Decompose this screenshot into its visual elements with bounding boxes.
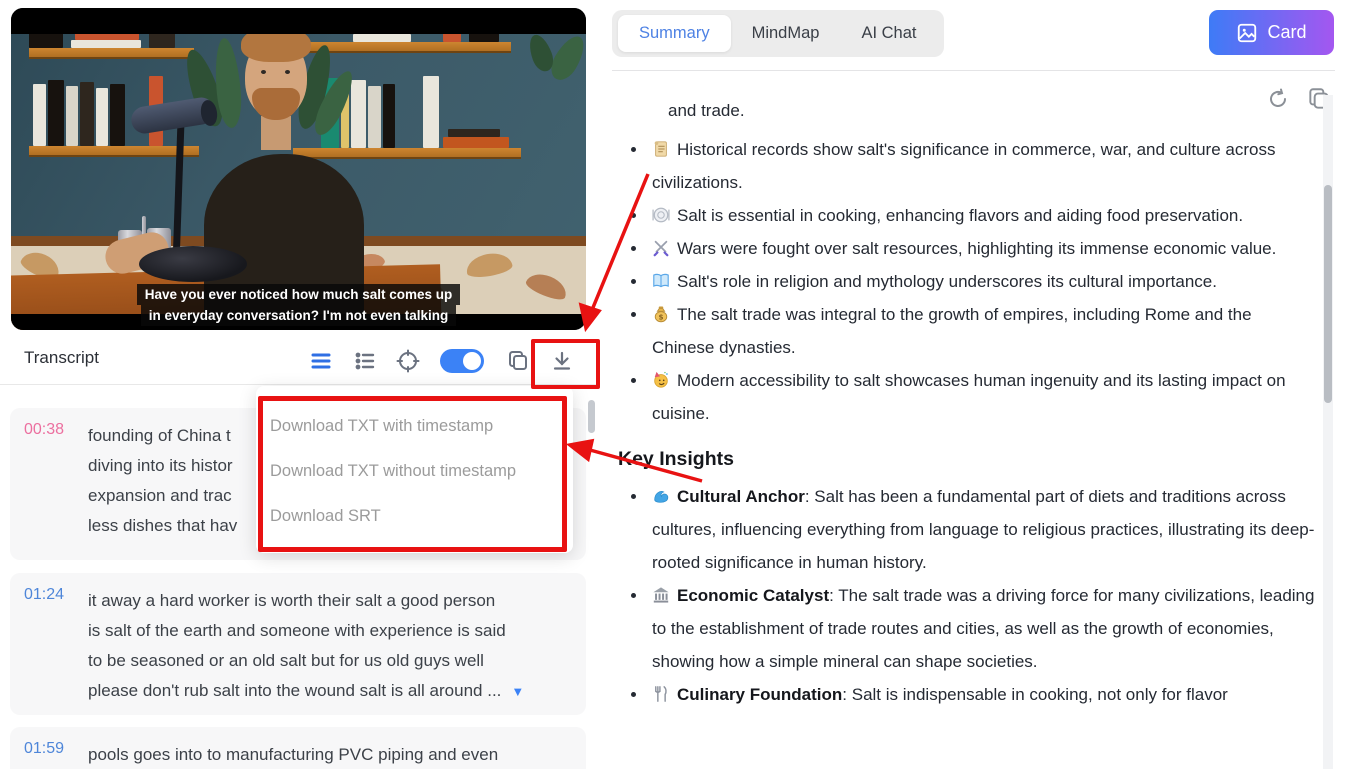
annotation-box-download bbox=[531, 339, 600, 389]
timestamp[interactable]: 01:59 bbox=[24, 740, 74, 769]
list-item: Culinary Foundation: Salt is indispensab… bbox=[648, 678, 1318, 711]
list-item: Modern accessibility to salt showcases h… bbox=[648, 364, 1318, 430]
tab-ai-chat[interactable]: AI Chat bbox=[840, 15, 937, 52]
summary-bullet-list: Historical records show salt's significa… bbox=[618, 133, 1318, 430]
caption-line-1: Have you ever noticed how much salt come… bbox=[137, 284, 461, 305]
transcript-title: Transcript bbox=[24, 348, 99, 368]
toggle-knob bbox=[463, 352, 481, 370]
list-item: Wars were fought over salt resources, hi… bbox=[648, 232, 1318, 265]
crossed-swords-icon bbox=[652, 235, 670, 253]
timestamp[interactable]: 01:24 bbox=[24, 586, 74, 702]
card-button-label: Card bbox=[1267, 22, 1306, 43]
tab-bar: Summary MindMap AI Chat bbox=[612, 10, 944, 57]
party-face-icon bbox=[652, 367, 670, 385]
money-bag-icon: $ bbox=[652, 301, 670, 319]
partial-bullet-text: and trade. bbox=[668, 104, 1318, 127]
transcript-scrollbar-thumb[interactable] bbox=[588, 400, 595, 433]
video-player[interactable]: Have you ever noticed how much salt come… bbox=[11, 8, 586, 330]
bookshelf-right-bottom bbox=[293, 148, 521, 157]
app-root: Have you ever noticed how much salt come… bbox=[0, 0, 1354, 769]
video-captions: Have you ever noticed how much salt come… bbox=[89, 284, 509, 326]
summary-scrollbar-thumb[interactable] bbox=[1324, 185, 1332, 403]
timestamp[interactable]: 00:38 bbox=[24, 421, 74, 547]
summary-scrollbar-track[interactable] bbox=[1323, 95, 1333, 769]
plate-icon bbox=[652, 202, 670, 220]
bookshelf-left-bottom bbox=[29, 146, 199, 155]
key-insights-list: Cultural Anchor: Salt has been a fundame… bbox=[618, 480, 1318, 711]
tab-summary[interactable]: Summary bbox=[618, 15, 731, 52]
annotation-box-menu bbox=[258, 396, 567, 552]
target-icon[interactable] bbox=[395, 348, 421, 374]
transcript-text: it away a hard worker is worth their sal… bbox=[88, 586, 524, 702]
list-item: Salt is essential in cooking, enhancing … bbox=[648, 199, 1318, 232]
transcript-text: founding of China t diving into its hist… bbox=[88, 421, 237, 547]
list-item: Economic Catalyst: The salt trade was a … bbox=[648, 579, 1318, 678]
list-icon[interactable] bbox=[352, 348, 378, 374]
key-insights-heading: Key Insights bbox=[618, 444, 1318, 474]
tab-mindmap[interactable]: MindMap bbox=[731, 15, 841, 52]
cutlery-icon bbox=[652, 681, 670, 699]
image-icon bbox=[1236, 22, 1258, 44]
transcript-text: pools goes into to manufacturing PVC pip… bbox=[88, 740, 498, 769]
wave-icon bbox=[652, 483, 670, 501]
menu-icon[interactable] bbox=[308, 348, 334, 374]
transcript-row[interactable]: 01:24 it away a hard worker is worth the… bbox=[10, 573, 586, 715]
svg-text:$: $ bbox=[658, 312, 663, 321]
subtitle-toggle[interactable] bbox=[440, 349, 484, 373]
open-book-icon bbox=[652, 268, 670, 286]
list-item: Salt's role in religion and mythology un… bbox=[648, 265, 1318, 298]
summary-content: and trade. Historical records show salt'… bbox=[618, 104, 1318, 769]
bank-icon bbox=[652, 582, 670, 600]
bookshelf-left-top bbox=[29, 48, 194, 57]
list-item: Cultural Anchor: Salt has been a fundame… bbox=[648, 480, 1318, 579]
list-item: $The salt trade was integral to the grow… bbox=[648, 298, 1318, 364]
divider bbox=[612, 70, 1335, 71]
caption-line-2: in everyday conversation? I'm not even t… bbox=[141, 305, 457, 326]
list-item: Historical records show salt's significa… bbox=[648, 133, 1318, 199]
scroll-icon bbox=[652, 136, 670, 154]
copy-transcript-icon[interactable] bbox=[505, 348, 531, 374]
chevron-down-icon[interactable]: ▼ bbox=[511, 684, 524, 699]
transcript-row[interactable]: 01:59 pools goes into to manufacturing P… bbox=[10, 727, 586, 769]
letterbox-top bbox=[11, 8, 586, 34]
card-button[interactable]: Card bbox=[1209, 10, 1334, 55]
